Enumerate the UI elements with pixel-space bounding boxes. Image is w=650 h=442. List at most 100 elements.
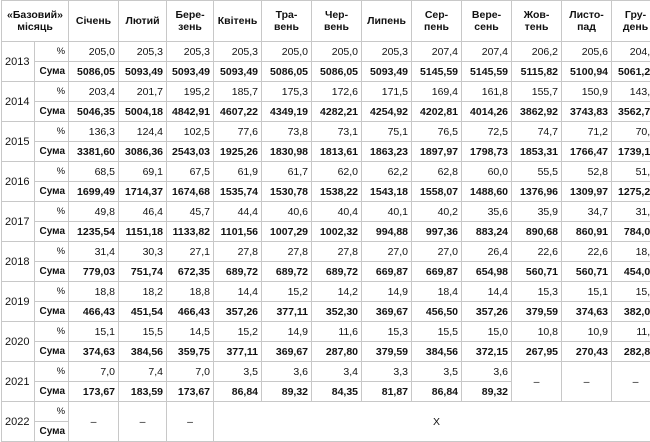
base-month-header: «Базовий» місяць xyxy=(2,1,69,42)
year-cell: 2016 xyxy=(2,162,35,202)
table-row: Сума1235,541151,181133,821101,561007,291… xyxy=(2,222,650,242)
table-row: Сума3381,603086,362543,031925,261830,981… xyxy=(2,142,650,162)
percent-cell: 55,5 xyxy=(512,162,562,182)
sum-cell: 374,63 xyxy=(69,342,119,362)
month-header: Липень xyxy=(362,1,412,42)
sum-cell: 1543,18 xyxy=(362,182,412,202)
table-row: Сума466,43451,54466,43357,26377,11352,30… xyxy=(2,302,650,322)
sum-cell: 372,15 xyxy=(462,342,512,362)
percent-cell: 76,5 xyxy=(412,122,462,142)
sum-cell: 173,67 xyxy=(69,382,119,402)
sum-cell: 890,68 xyxy=(512,222,562,242)
sum-cell: 3381,60 xyxy=(69,142,119,162)
sum-cell: 3086,36 xyxy=(119,142,167,162)
sum-cell: 282,83 xyxy=(612,342,650,362)
percent-cell: 61,7 xyxy=(262,162,312,182)
sum-cell: 1235,54 xyxy=(69,222,119,242)
year-cell: 2018 xyxy=(2,242,35,282)
sum-cell: 5145,59 xyxy=(462,62,512,82)
month-header: Сер- пень xyxy=(412,1,462,42)
sum-label: Сума xyxy=(35,222,69,242)
percent-cell: 27,1 xyxy=(167,242,214,262)
percent-label: % xyxy=(35,282,69,302)
year-cell: 2017 xyxy=(2,202,35,242)
percent-cell: 61,9 xyxy=(214,162,262,182)
percent-cell: 45,7 xyxy=(167,202,214,222)
sum-cell: 456,50 xyxy=(412,302,462,322)
percent-cell: 203,4 xyxy=(69,82,119,102)
percent-cell: 30,3 xyxy=(119,242,167,262)
percent-cell: 124,4 xyxy=(119,122,167,142)
sum-cell: 382,07 xyxy=(612,302,650,322)
sum-cell: 466,43 xyxy=(167,302,214,322)
year-cell: 2022 xyxy=(2,402,35,442)
sum-cell: 1002,32 xyxy=(312,222,362,242)
sum-cell: 466,43 xyxy=(69,302,119,322)
percent-cell: 18,4 xyxy=(412,282,462,302)
percent-cell: 35,6 xyxy=(462,202,512,222)
percent-cell: 15,5 xyxy=(412,322,462,342)
percent-cell: 3,5 xyxy=(214,362,262,382)
percent-cell: 175,3 xyxy=(262,82,312,102)
sum-cell: 1007,29 xyxy=(262,222,312,242)
percent-cell: 7,0 xyxy=(167,362,214,382)
percent-cell: 205,3 xyxy=(119,42,167,62)
table-row: Сума5086,055093,495093,495093,495086,055… xyxy=(2,62,650,82)
sum-label: Сума xyxy=(35,342,69,362)
month-header: Гру- день xyxy=(612,1,650,42)
sum-cell: 1151,18 xyxy=(119,222,167,242)
empty-dash-cell: – xyxy=(562,362,612,402)
table-row: 2014%203,4201,7195,2185,7175,3172,6171,5… xyxy=(2,82,650,102)
percent-cell: 18,3 xyxy=(612,242,650,262)
percent-cell: 74,7 xyxy=(512,122,562,142)
sum-cell: 1309,97 xyxy=(562,182,612,202)
percent-cell: 10,8 xyxy=(512,322,562,342)
sum-cell: 5145,59 xyxy=(412,62,462,82)
percent-cell: 136,3 xyxy=(69,122,119,142)
sum-cell: 1275,23 xyxy=(612,182,650,202)
percent-cell: 31,4 xyxy=(69,242,119,262)
sum-cell: 779,03 xyxy=(69,262,119,282)
sum-cell: 89,32 xyxy=(262,382,312,402)
percent-cell: 15,4 xyxy=(612,282,650,302)
sum-cell: 751,74 xyxy=(119,262,167,282)
sum-cell: 1530,78 xyxy=(262,182,312,202)
year-cell: 2021 xyxy=(2,362,35,402)
table-row: 2019%18,818,218,814,415,214,214,918,414,… xyxy=(2,282,650,302)
sum-cell: 369,67 xyxy=(362,302,412,322)
percent-label: % xyxy=(35,242,69,262)
year-cell: 2013 xyxy=(2,42,35,82)
percent-cell: 201,7 xyxy=(119,82,167,102)
percent-cell: 40,6 xyxy=(262,202,312,222)
percent-label: % xyxy=(35,162,69,182)
sum-cell: 384,56 xyxy=(412,342,462,362)
year-cell: 2015 xyxy=(2,122,35,162)
sum-cell: 689,72 xyxy=(214,262,262,282)
sum-cell: 377,11 xyxy=(214,342,262,362)
percent-label: % xyxy=(35,202,69,222)
percent-cell: 34,7 xyxy=(562,202,612,222)
header-row: «Базовий» місяць СіченьЛютийБере- зеньКв… xyxy=(2,1,650,42)
sum-cell: 1798,73 xyxy=(462,142,512,162)
percent-cell: 14,9 xyxy=(262,322,312,342)
sum-cell: 994,88 xyxy=(362,222,412,242)
sum-cell: 1538,22 xyxy=(312,182,362,202)
sum-label: Сума xyxy=(35,142,69,162)
sum-cell: 669,87 xyxy=(362,262,412,282)
sum-cell: 4254,92 xyxy=(362,102,412,122)
sum-cell: 560,71 xyxy=(512,262,562,282)
sum-cell: 1558,07 xyxy=(412,182,462,202)
sum-cell: 4842,91 xyxy=(167,102,214,122)
sum-cell: 2543,03 xyxy=(167,142,214,162)
percent-cell: 40,1 xyxy=(362,202,412,222)
percent-cell: 172,6 xyxy=(312,82,362,102)
percent-cell: 155,7 xyxy=(512,82,562,102)
percent-label: % xyxy=(35,322,69,342)
percent-cell: 72,5 xyxy=(462,122,512,142)
percent-cell: 15,1 xyxy=(69,322,119,342)
data-table: «Базовий» місяць СіченьЛютийБере- зеньКв… xyxy=(1,0,650,442)
sum-cell: 5093,49 xyxy=(167,62,214,82)
percent-cell: 3,3 xyxy=(362,362,412,382)
percent-label: % xyxy=(35,122,69,142)
percent-cell: 26,4 xyxy=(462,242,512,262)
